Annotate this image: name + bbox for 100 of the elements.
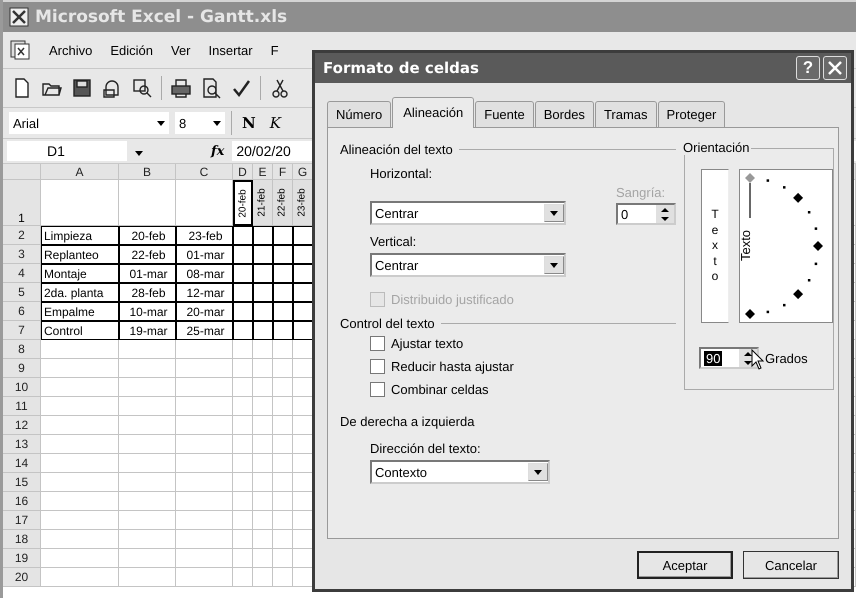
table-cell: 23-feb [297, 188, 308, 217]
row-header[interactable]: 9 [3, 359, 41, 378]
workbook-icon[interactable] [9, 39, 31, 61]
row-header[interactable]: 8 [3, 340, 41, 359]
menu-item[interactable]: Edición [110, 40, 153, 60]
table-cell [253, 378, 273, 397]
row-header[interactable]: 6 [3, 302, 41, 321]
caret-icon[interactable] [213, 120, 221, 126]
tab[interactable]: Bordes [534, 101, 594, 127]
column-header[interactable]: A [41, 164, 119, 180]
table-cell [119, 530, 176, 549]
dialog-button[interactable]: Aceptar [637, 551, 733, 579]
italic-button[interactable]: K [266, 114, 285, 132]
dropdown[interactable]: Centrar [370, 253, 566, 277]
table-cell [253, 435, 273, 454]
close-icon[interactable] [828, 61, 842, 75]
row-header[interactable]: 2 [3, 226, 41, 245]
table-cell [176, 549, 233, 568]
table-cell [233, 454, 253, 473]
table-cell: 12-mar [176, 283, 233, 302]
row-header[interactable]: 13 [3, 435, 41, 454]
row-header[interactable]: 15 [3, 473, 41, 492]
research-icon[interactable] [131, 77, 153, 99]
save-icon[interactable] [71, 77, 93, 99]
table-cell [253, 473, 273, 492]
table-cell [233, 492, 253, 511]
row-header[interactable]: 4 [3, 264, 41, 283]
field-label: Horizontal: [370, 166, 434, 181]
dropdown[interactable]: Centrar [370, 201, 566, 225]
orientation-dial[interactable]: Texto [739, 169, 833, 323]
table-cell: 22-feb [119, 245, 176, 264]
table-cell: 08-mar [176, 264, 233, 283]
column-header[interactable]: C [176, 164, 233, 180]
table-cell [176, 454, 233, 473]
checkbox[interactable] [370, 359, 385, 374]
row-header[interactable]: 10 [3, 378, 41, 397]
help-button[interactable]: ? [796, 56, 820, 80]
row-header[interactable]: 1 [3, 180, 41, 226]
menu-item[interactable]: Ver [171, 40, 191, 60]
row-header[interactable]: 18 [3, 530, 41, 549]
table-cell [119, 511, 176, 530]
insert-function-button[interactable]: fx [211, 144, 224, 158]
row-header[interactable]: 11 [3, 397, 41, 416]
table-cell [176, 492, 233, 511]
table-cell [253, 283, 273, 302]
column-header[interactable]: D [233, 164, 253, 180]
column-header[interactable]: B [119, 164, 176, 180]
dropdown[interactable]: Contexto [370, 460, 550, 484]
checkbox-label: Ajustar texto [391, 336, 464, 351]
dropdown-arrow-button[interactable] [544, 256, 564, 274]
tab[interactable]: Fuente [475, 101, 534, 127]
menu-item[interactable]: Archivo [49, 40, 92, 60]
column-header[interactable]: F [273, 164, 293, 180]
caret-icon[interactable] [157, 120, 165, 126]
checkbox[interactable] [370, 382, 385, 397]
table-cell [273, 226, 293, 245]
row-header[interactable]: 12 [3, 416, 41, 435]
row-header[interactable]: 20 [3, 568, 41, 587]
dialog-button[interactable]: Cancelar [743, 551, 839, 579]
menu-item[interactable]: F [270, 40, 279, 60]
font-dropdown[interactable]: Arial [9, 112, 169, 134]
caret-icon[interactable] [135, 151, 143, 156]
table-cell [233, 359, 253, 378]
row-header[interactable]: 3 [3, 245, 41, 264]
spin-arrows-icon[interactable] [656, 205, 674, 223]
menu-item[interactable]: Insertar [208, 40, 253, 60]
column-header[interactable]: E [253, 164, 273, 180]
checkbox[interactable] [370, 336, 385, 351]
field-label: Sangría: [616, 185, 666, 200]
close-button[interactable] [823, 56, 847, 80]
bold-button[interactable]: N [238, 114, 260, 132]
row-header[interactable]: 14 [3, 454, 41, 473]
tab[interactable]: Proteger [658, 101, 726, 127]
tab[interactable]: Alineación [392, 97, 474, 128]
table-cell [119, 568, 176, 587]
table-cell [233, 321, 253, 340]
row-header[interactable]: 5 [3, 283, 41, 302]
row-header[interactable]: 16 [3, 492, 41, 511]
table-cell: 28-feb [119, 283, 176, 302]
tab[interactable]: Número [327, 101, 392, 127]
mouse-pointer-icon [751, 349, 765, 371]
row-header[interactable]: 7 [3, 321, 41, 340]
dropdown-arrow-button[interactable] [544, 204, 564, 222]
row-header[interactable]: 17 [3, 511, 41, 530]
dropdown-arrow-button[interactable] [528, 463, 548, 481]
column-header[interactable]: G [293, 164, 313, 180]
table-cell: Montaje [41, 264, 119, 283]
table-cell [176, 416, 233, 435]
vertical-text-button[interactable]: Texto [701, 169, 729, 323]
tab[interactable]: Tramas [594, 101, 657, 127]
degrees-spin-field[interactable]: 90 [699, 347, 759, 369]
table-cell [233, 549, 253, 568]
table-cell [273, 264, 293, 283]
table-cell: Empalme [41, 302, 119, 321]
font-size-dropdown[interactable]: 8 [175, 112, 225, 134]
row-header[interactable]: 19 [3, 549, 41, 568]
printer-icon[interactable] [170, 77, 192, 99]
name-box[interactable]: D1 [7, 141, 127, 161]
caret-icon[interactable] [550, 210, 558, 216]
table-cell [253, 568, 273, 587]
